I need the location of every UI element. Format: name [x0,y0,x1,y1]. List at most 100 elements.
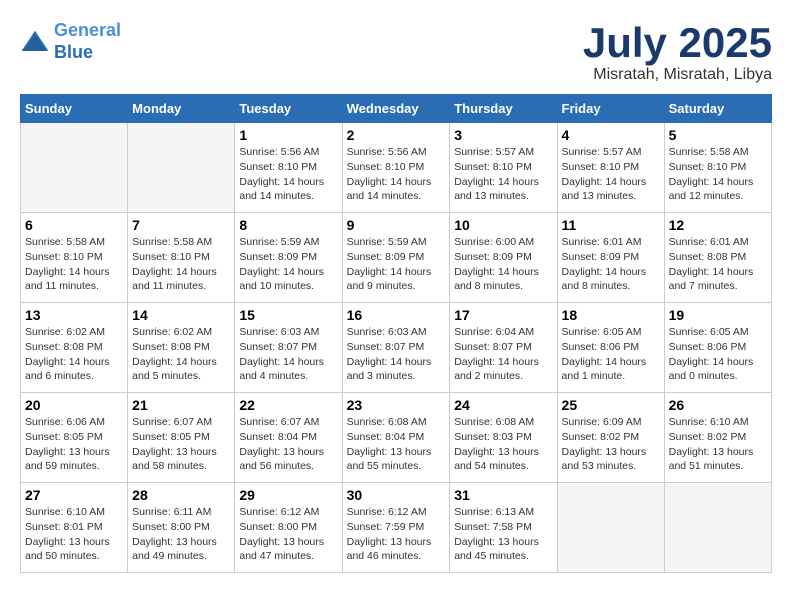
day-number: 5 [669,127,767,143]
calendar-cell: 25 Sunrise: 6:09 AM Sunset: 8:02 PM Dayli… [557,393,664,483]
day-info: Sunrise: 6:02 AM Sunset: 8:08 PM Dayligh… [132,325,230,384]
calendar-cell [128,123,235,213]
day-info: Sunrise: 6:01 AM Sunset: 8:09 PM Dayligh… [562,235,660,294]
calendar-cell: 21 Sunrise: 6:07 AM Sunset: 8:05 PM Dayli… [128,393,235,483]
day-number: 25 [562,397,660,413]
calendar-cell [557,483,664,573]
calendar-cell: 3Sunrise: 5:57 AM Sunset: 8:10 PM Daylig… [450,123,557,213]
calendar-cell [21,123,128,213]
logo: General Blue [20,20,121,63]
weekday-header: Saturday [664,95,771,123]
calendar-cell: 1Sunrise: 5:56 AM Sunset: 8:10 PM Daylig… [235,123,342,213]
day-number: 13 [25,307,123,323]
calendar-cell: 9 Sunrise: 5:59 AM Sunset: 8:09 PM Daylig… [342,213,450,303]
day-info: Sunrise: 6:08 AM Sunset: 8:03 PM Dayligh… [454,415,552,474]
day-number: 11 [562,217,660,233]
day-number: 31 [454,487,552,503]
day-info: Sunrise: 6:12 AM Sunset: 7:59 PM Dayligh… [347,505,446,564]
day-number: 8 [239,217,337,233]
day-number: 7 [132,217,230,233]
logo-blue: Blue [54,42,93,62]
day-info: Sunrise: 6:05 AM Sunset: 8:06 PM Dayligh… [669,325,767,384]
day-info: Sunrise: 6:10 AM Sunset: 8:02 PM Dayligh… [669,415,767,474]
day-number: 23 [347,397,446,413]
day-number: 19 [669,307,767,323]
day-number: 30 [347,487,446,503]
day-info: Sunrise: 6:01 AM Sunset: 8:08 PM Dayligh… [669,235,767,294]
day-number: 1 [239,127,337,143]
day-info: Sunrise: 6:07 AM Sunset: 8:05 PM Dayligh… [132,415,230,474]
day-info: Sunrise: 6:03 AM Sunset: 8:07 PM Dayligh… [239,325,337,384]
day-info: Sunrise: 6:03 AM Sunset: 8:07 PM Dayligh… [347,325,446,384]
calendar-week-row: 13 Sunrise: 6:02 AM Sunset: 8:08 PM Dayli… [21,303,772,393]
day-number: 14 [132,307,230,323]
weekday-header: Thursday [450,95,557,123]
day-number: 9 [347,217,446,233]
calendar-cell: 29Sunrise: 6:12 AM Sunset: 8:00 PM Dayli… [235,483,342,573]
weekday-header: Monday [128,95,235,123]
calendar-cell: 20 Sunrise: 6:06 AM Sunset: 8:05 PM Dayli… [21,393,128,483]
day-number: 28 [132,487,230,503]
calendar-cell: 27Sunrise: 6:10 AM Sunset: 8:01 PM Dayli… [21,483,128,573]
day-number: 16 [347,307,446,323]
day-info: Sunrise: 5:56 AM Sunset: 8:10 PM Dayligh… [347,145,446,204]
day-number: 6 [25,217,123,233]
day-info: Sunrise: 5:57 AM Sunset: 8:10 PM Dayligh… [562,145,660,204]
calendar-cell: 30 Sunrise: 6:12 AM Sunset: 7:59 PM Dayli… [342,483,450,573]
day-info: Sunrise: 5:59 AM Sunset: 8:09 PM Dayligh… [239,235,337,294]
day-number: 15 [239,307,337,323]
day-info: Sunrise: 6:02 AM Sunset: 8:08 PM Dayligh… [25,325,123,384]
calendar-cell: 28 Sunrise: 6:11 AM Sunset: 8:00 PM Dayli… [128,483,235,573]
calendar-cell: 15 Sunrise: 6:03 AM Sunset: 8:07 PM Dayli… [235,303,342,393]
day-info: Sunrise: 5:59 AM Sunset: 8:09 PM Dayligh… [347,235,446,294]
calendar-week-row: 20 Sunrise: 6:06 AM Sunset: 8:05 PM Dayli… [21,393,772,483]
calendar-cell: 23 Sunrise: 6:08 AM Sunset: 8:04 PM Dayli… [342,393,450,483]
calendar-cell: 31 Sunrise: 6:13 AM Sunset: 7:58 PM Dayli… [450,483,557,573]
day-info: Sunrise: 6:13 AM Sunset: 7:58 PM Dayligh… [454,505,552,564]
day-info: Sunrise: 6:07 AM Sunset: 8:04 PM Dayligh… [239,415,337,474]
calendar-cell [664,483,771,573]
day-info: Sunrise: 6:06 AM Sunset: 8:05 PM Dayligh… [25,415,123,474]
day-number: 10 [454,217,552,233]
calendar-cell: 2 Sunrise: 5:56 AM Sunset: 8:10 PM Daylig… [342,123,450,213]
calendar-week-row: 1 Sunrise: 5:56 AM Sunset: 8:10 PM Daylig… [21,123,772,213]
day-number: 27 [25,487,123,503]
day-info: Sunrise: 6:09 AM Sunset: 8:02 PM Dayligh… [562,415,660,474]
day-number: 24 [454,397,552,413]
day-info: Sunrise: 6:08 AM Sunset: 8:04 PM Dayligh… [347,415,446,474]
day-info: Sunrise: 6:04 AM Sunset: 8:07 PM Dayligh… [454,325,552,384]
calendar-cell: 7Sunrise: 5:58 AM Sunset: 8:10 PM Daylig… [128,213,235,303]
day-number: 4 [562,127,660,143]
day-number: 12 [669,217,767,233]
calendar-cell: 14 Sunrise: 6:02 AM Sunset: 8:08 PM Dayli… [128,303,235,393]
day-number: 29 [239,487,337,503]
calendar-cell: 18Sunrise: 6:05 AM Sunset: 8:06 PM Dayli… [557,303,664,393]
day-number: 22 [239,397,337,413]
calendar-cell: 19 Sunrise: 6:05 AM Sunset: 8:06 PM Dayli… [664,303,771,393]
day-number: 20 [25,397,123,413]
calendar-cell: 8 Sunrise: 5:59 AM Sunset: 8:09 PM Daylig… [235,213,342,303]
calendar-cell: 26Sunrise: 6:10 AM Sunset: 8:02 PM Dayli… [664,393,771,483]
calendar-cell: 11 Sunrise: 6:01 AM Sunset: 8:09 PM Dayli… [557,213,664,303]
logo-icon [20,27,50,57]
calendar-cell: 22 Sunrise: 6:07 AM Sunset: 8:04 PM Dayli… [235,393,342,483]
calendar-cell: 17 Sunrise: 6:04 AM Sunset: 8:07 PM Dayli… [450,303,557,393]
weekday-header: Sunday [21,95,128,123]
day-info: Sunrise: 6:11 AM Sunset: 8:00 PM Dayligh… [132,505,230,564]
day-number: 2 [347,127,446,143]
day-info: Sunrise: 6:05 AM Sunset: 8:06 PM Dayligh… [562,325,660,384]
calendar-cell: 10 Sunrise: 6:00 AM Sunset: 8:09 PM Dayli… [450,213,557,303]
day-number: 21 [132,397,230,413]
logo-general: General [54,20,121,40]
day-info: Sunrise: 6:00 AM Sunset: 8:09 PM Dayligh… [454,235,552,294]
weekday-header: Wednesday [342,95,450,123]
day-number: 3 [454,127,552,143]
title-block: July 2025 Misratah, Misratah, Libya [583,20,772,84]
calendar-cell: 5 Sunrise: 5:58 AM Sunset: 8:10 PM Daylig… [664,123,771,213]
day-info: Sunrise: 5:58 AM Sunset: 8:10 PM Dayligh… [669,145,767,204]
calendar-cell: 13 Sunrise: 6:02 AM Sunset: 8:08 PM Dayli… [21,303,128,393]
month-title: July 2025 [583,20,772,66]
weekday-header: Friday [557,95,664,123]
day-info: Sunrise: 5:58 AM Sunset: 8:10 PM Dayligh… [25,235,123,294]
day-number: 17 [454,307,552,323]
